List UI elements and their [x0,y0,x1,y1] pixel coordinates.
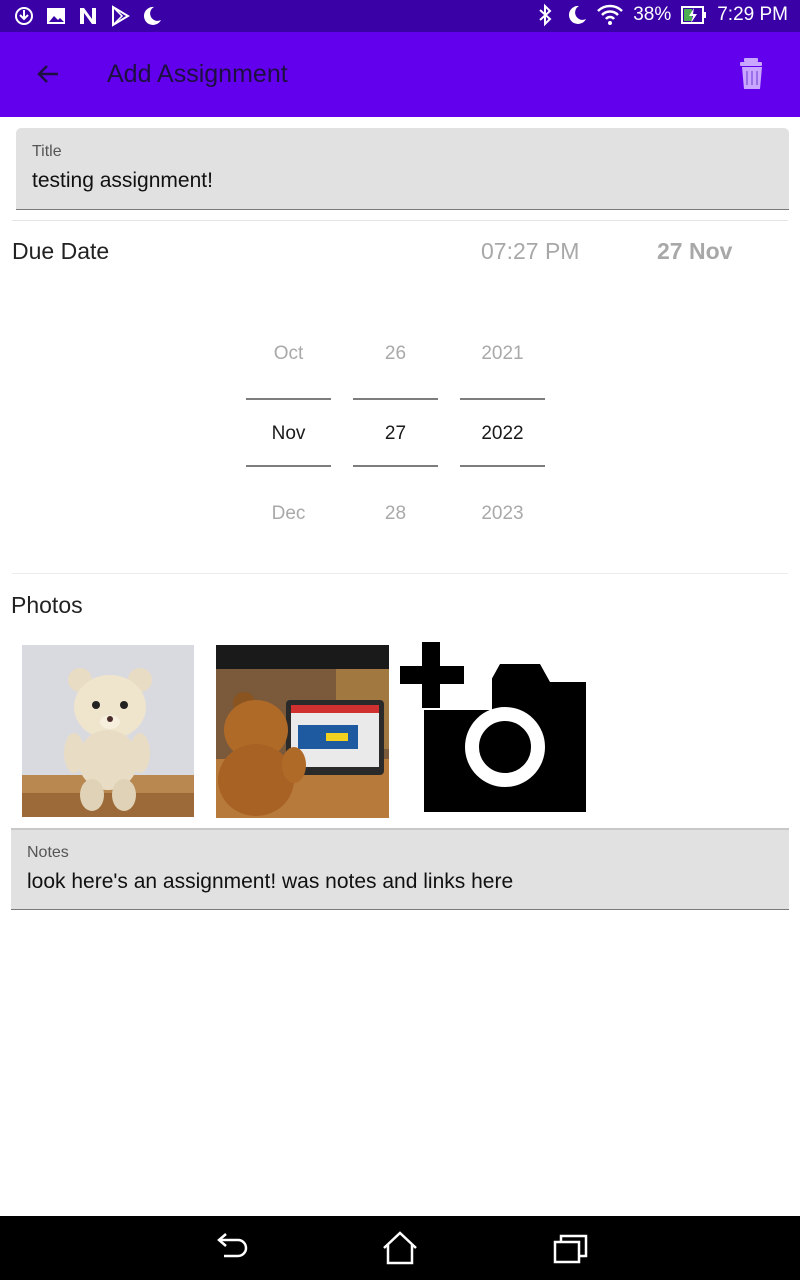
back-nav-button[interactable] [212,1230,250,1266]
due-time-button[interactable]: 07:27 PM [481,238,579,265]
home-nav-button[interactable] [381,1230,419,1266]
page-title: Add Assignment [107,60,288,88]
day-picker[interactable]: 26 27 28 [353,330,438,550]
battery-charging-icon [681,3,707,27]
recents-nav-button[interactable] [552,1230,590,1266]
download-icon [14,5,34,27]
bluetooth-icon [537,3,557,27]
system-nav-bar [0,1216,800,1280]
picker-divider [460,398,545,400]
notes-field[interactable]: Notes look here's an assignment! was not… [11,828,789,910]
picker-day-prev[interactable]: 26 [353,343,438,365]
notes-field-value[interactable]: look here's an assignment! was notes and… [27,870,513,894]
delete-button[interactable] [734,54,770,94]
n-app-icon [78,5,98,27]
add-photo-camera-icon [400,642,586,812]
photos-label: Photos [11,592,83,618]
screen: 38% 7:29 PM Add Assignment Title testing… [0,0,800,1280]
divider [12,573,788,574]
picker-divider [246,465,331,467]
add-photo-button[interactable] [400,642,586,812]
title-field-value[interactable]: testing assignment! [32,169,213,193]
back-button[interactable] [28,54,68,94]
arrow-back-icon [37,65,58,83]
notes-field-label: Notes [27,844,69,861]
picker-year-selected[interactable]: 2022 [460,423,545,445]
picker-divider [353,465,438,467]
clock: 7:29 PM [717,4,788,25]
back-nav-icon [217,1233,248,1258]
year-picker[interactable]: 2021 2022 2023 [460,330,545,550]
teddy-bear-photo[interactable] [22,645,194,817]
battery-percent: 38% [633,4,672,25]
teddy-bear-tablet-photo[interactable] [216,645,389,818]
divider [12,220,788,221]
wifi-icon [597,3,624,27]
moon-icon [567,3,587,27]
picker-month-selected[interactable]: Nov [246,423,331,445]
month-picker[interactable]: Oct Nov Dec [246,330,331,550]
picker-month-prev[interactable]: Oct [246,343,331,365]
title-field[interactable]: Title testing assignment! [16,128,789,210]
trash-icon [740,58,762,89]
title-field-label: Title [32,143,62,160]
moon-icon [142,5,162,27]
picker-divider [353,398,438,400]
due-date-label: Due Date [12,238,110,264]
status-bar: 38% 7:29 PM [0,0,800,32]
picker-day-next[interactable]: 28 [353,503,438,525]
picker-divider [460,465,545,467]
due-date-button[interactable]: 27 Nov [657,238,732,265]
picker-day-selected[interactable]: 27 [353,423,438,445]
play-store-icon [110,5,130,27]
recents-nav-icon [553,1234,588,1264]
picker-divider [246,398,331,400]
app-bar: Add Assignment [0,32,800,117]
picker-year-next[interactable]: 2023 [460,503,545,525]
picker-year-prev[interactable]: 2021 [460,343,545,365]
home-nav-icon [383,1231,417,1265]
image-icon [46,5,66,27]
picker-month-next[interactable]: Dec [246,503,331,525]
